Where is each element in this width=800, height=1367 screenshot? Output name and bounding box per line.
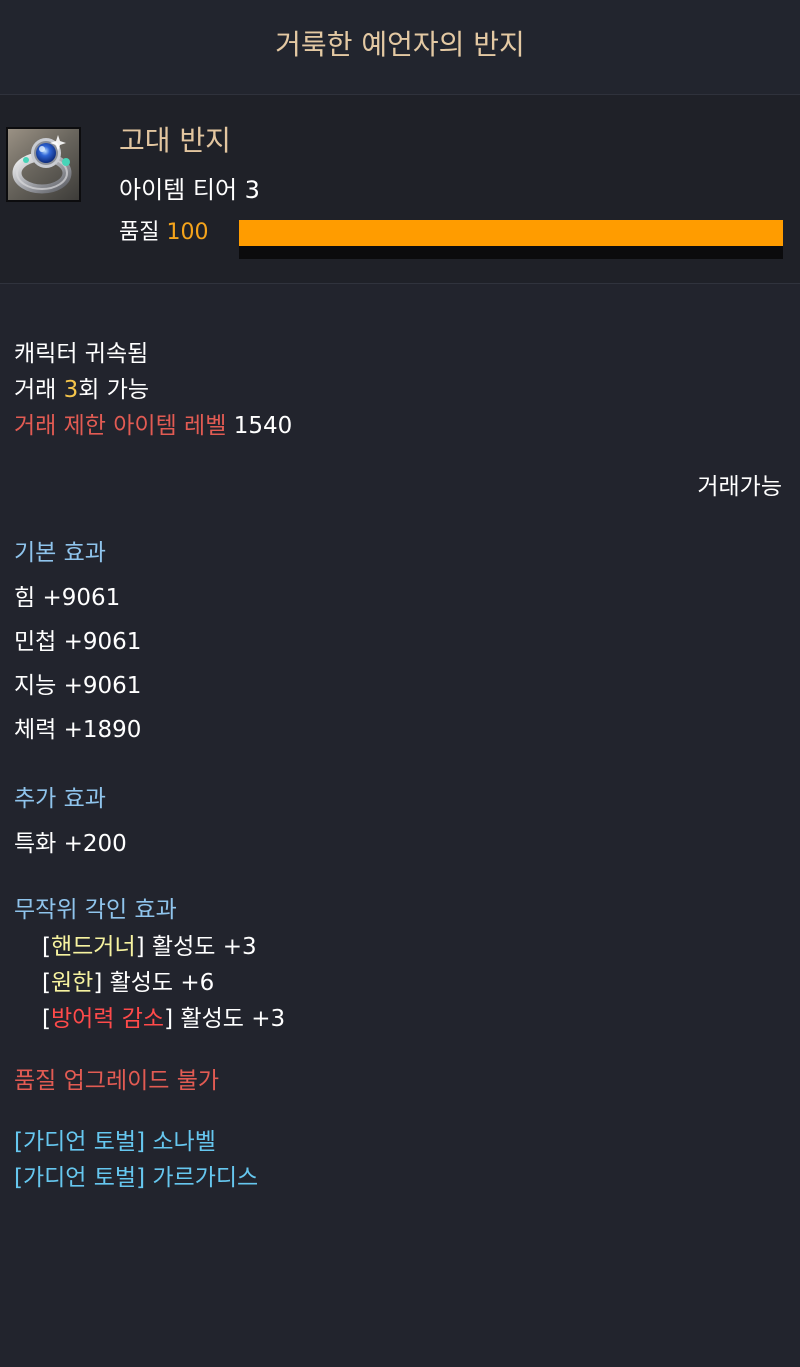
bracket-close: ] — [93, 970, 103, 996]
bracket-open: [ — [42, 970, 51, 996]
item-name-title: 거룩한 예언자의 반지 — [275, 28, 525, 61]
quality-value: 100 — [166, 220, 209, 245]
trade-limit-label: 거래 제한 아이템 레벨 — [14, 413, 227, 439]
engraving-activation: 활성도 +6 — [109, 970, 215, 996]
trade-suffix: 회 가능 — [78, 377, 150, 403]
engraving-name: 원한 — [50, 970, 94, 996]
stat-specialization: 특화 +200 — [14, 831, 127, 857]
item-grade: 고대 반지 — [119, 124, 231, 157]
quality-bar-fill — [239, 220, 783, 246]
quality-bar — [239, 220, 783, 259]
bracket-open: [ — [42, 1006, 51, 1032]
quality-label: 품질 100 — [119, 218, 208, 248]
bracket-close: ] — [164, 1006, 174, 1032]
stat-dexterity: 민첩 +9061 — [14, 629, 142, 655]
bracket-open: [ — [42, 934, 51, 960]
ring-icon — [6, 127, 81, 202]
engraving-name: 핸드거너 — [50, 934, 136, 960]
trade-limit: 거래 제한 아이템 레벨 1540 — [14, 411, 292, 441]
engraving-row: [원한] 활성도 +6 — [42, 968, 214, 998]
engraving-row: [핸드거너] 활성도 +3 — [42, 932, 257, 962]
basic-effects-title: 기본 효과 — [14, 540, 106, 566]
additional-effects-title: 추가 효과 — [14, 786, 106, 812]
tradable-status: 거래가능 — [697, 474, 782, 500]
engraving-activation: 활성도 +3 — [180, 1006, 286, 1032]
trade-prefix: 거래 — [14, 377, 64, 403]
item-header: 고대 반지 아이템 티어 3 품질 100 — [0, 95, 800, 284]
trade-count: 거래 3회 가능 — [14, 375, 149, 405]
source-note: [가디언 토벌] 가르가디스 — [14, 1165, 259, 1191]
engraving-name: 방어력 감소 — [50, 1006, 165, 1032]
engraving-row: [방어력 감소] 활성도 +3 — [42, 1004, 285, 1034]
bracket-close: ] — [135, 934, 145, 960]
title-bar: 거룩한 예언자의 반지 — [0, 0, 800, 95]
quality-label-text: 품질 — [119, 220, 160, 245]
stat-intelligence: 지능 +9061 — [14, 673, 142, 699]
stat-strength: 힘 +9061 — [14, 585, 121, 611]
upgrade-note: 품질 업그레이드 불가 — [14, 1068, 220, 1094]
engraving-activation: 활성도 +3 — [151, 934, 257, 960]
item-tier: 아이템 티어 3 — [119, 176, 260, 204]
trade-count-value: 3 — [63, 377, 79, 403]
trade-limit-value: 1540 — [233, 413, 293, 439]
engravings-title: 무작위 각인 효과 — [14, 897, 177, 923]
source-note: [가디언 토벌] 소나벨 — [14, 1129, 216, 1155]
stat-vitality: 체력 +1890 — [14, 717, 142, 743]
bound-status: 캐릭터 귀속됨 — [14, 341, 149, 367]
